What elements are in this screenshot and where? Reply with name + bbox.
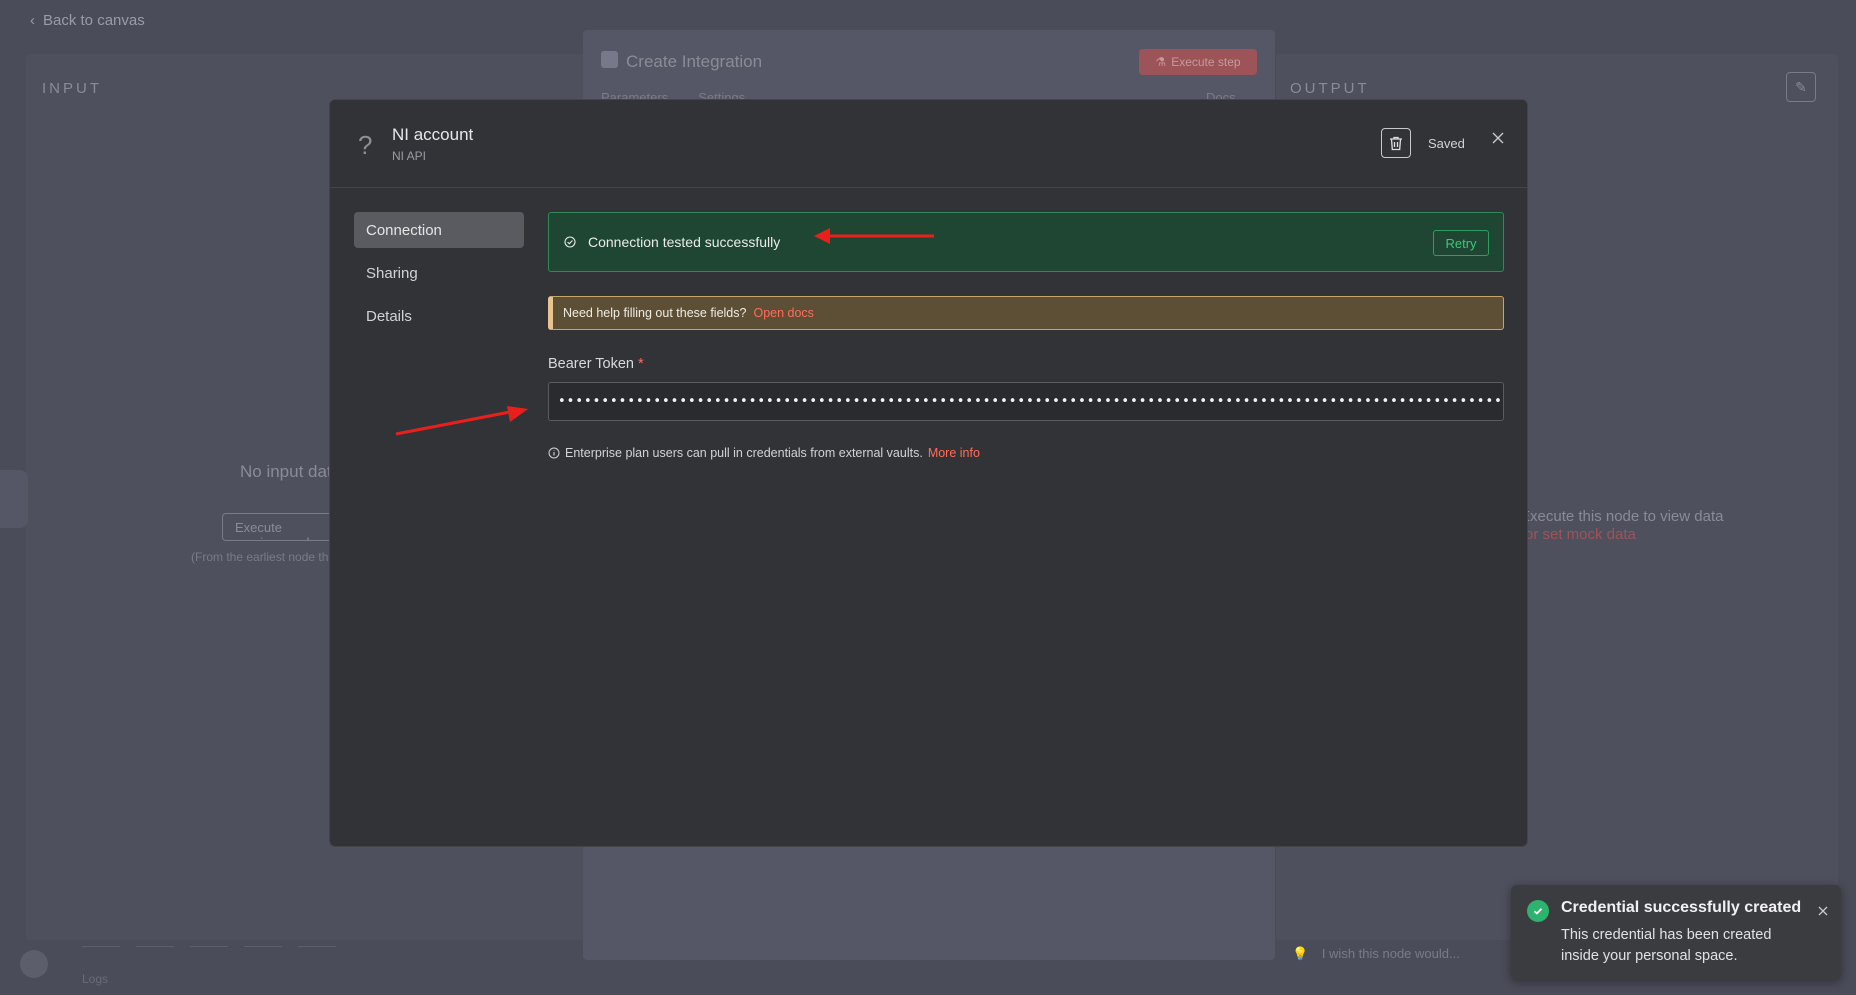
node-icon <box>601 51 618 68</box>
side-panel-handle[interactable] <box>0 470 28 528</box>
feedback-placeholder: I wish this node would... <box>1321 946 1460 961</box>
toolbar-slot <box>190 935 228 947</box>
info-icon <box>548 447 560 459</box>
nav-item-connection[interactable]: Connection <box>354 212 524 248</box>
more-info-link[interactable]: More info <box>928 446 980 460</box>
toast-close-button[interactable] <box>1815 903 1831 919</box>
annotation-arrow-token <box>395 406 528 436</box>
credential-created-toast: Credential successfully created This cre… <box>1511 885 1841 980</box>
connection-content: Connection tested successfully Retry Nee… <box>548 212 1504 460</box>
pencil-icon: ✎ <box>1795 78 1807 95</box>
avatar[interactable] <box>20 950 48 978</box>
question-icon: ? <box>358 130 373 160</box>
arrow-left-icon: ‹ <box>30 12 35 29</box>
close-icon <box>1492 132 1504 144</box>
execute-previous-button[interactable]: Execute previous nodes <box>222 513 342 541</box>
bearer-token-label-text: Bearer Token <box>548 356 634 372</box>
no-input-text: No input data <box>240 462 342 481</box>
retry-button[interactable]: Retry <box>1433 230 1489 256</box>
input-panel-label: INPUT <box>42 80 102 97</box>
feedback-input[interactable]: 💡 I wish this node would... <box>1292 946 1460 962</box>
vault-note: Enterprise plan users can pull in creden… <box>548 446 1504 460</box>
bearer-token-input[interactable]: ••••••••••••••••••••••••••••••••••••••••… <box>548 382 1504 421</box>
back-to-canvas-label: Back to canvas <box>43 12 145 29</box>
success-message: Connection tested successfully <box>588 234 781 250</box>
toolbar-slot <box>82 935 120 947</box>
open-docs-link[interactable]: Open docs <box>753 306 813 320</box>
close-icon <box>1818 906 1828 916</box>
flask-icon: ⚗ <box>1155 55 1167 69</box>
log-toolbar <box>82 935 336 947</box>
back-to-canvas-link[interactable]: ‹ Back to canvas <box>30 12 145 29</box>
toolbar-slot <box>244 935 282 947</box>
vault-note-text: Enterprise plan users can pull in creden… <box>565 446 923 460</box>
lightbulb-icon: 💡 <box>1292 946 1309 961</box>
toolbar-slot <box>298 935 336 947</box>
trash-icon <box>1390 136 1402 150</box>
close-modal-button[interactable] <box>1488 128 1508 148</box>
output-hint: Execute this node to view data <box>1520 508 1724 525</box>
output-mock-link[interactable]: or set mock data <box>1525 526 1636 543</box>
modal-sidenav: Connection Sharing Details <box>354 212 524 341</box>
help-text: Need help filling out these fields? <box>563 306 747 320</box>
connection-success-banner: Connection tested successfully Retry <box>548 212 1504 272</box>
success-check-icon <box>1527 900 1549 922</box>
annotation-arrow-success <box>814 228 934 244</box>
credential-modal: ? NI account NI API Saved Connection Sha… <box>329 99 1528 847</box>
saved-status: Saved <box>1428 136 1465 151</box>
output-panel-label: OUTPUT <box>1290 80 1370 97</box>
delete-credential-button[interactable] <box>1381 128 1411 158</box>
execute-step-button[interactable]: ⚗ Execute step <box>1139 49 1257 75</box>
logs-label[interactable]: Logs <box>82 972 108 986</box>
help-banner: Need help filling out these fields? Open… <box>548 296 1504 330</box>
account-name[interactable]: NI account <box>392 125 473 145</box>
execute-step-label: Execute step <box>1171 55 1241 69</box>
bearer-token-label: Bearer Token * <box>548 356 1504 372</box>
node-title: Create Integration <box>626 52 763 71</box>
toast-title: Credential successfully created <box>1561 899 1802 916</box>
toolbar-slot <box>136 935 174 947</box>
nav-item-sharing[interactable]: Sharing <box>354 255 524 291</box>
edit-output-button[interactable]: ✎ <box>1786 72 1816 102</box>
toast-body: This credential has been created inside … <box>1561 927 1772 964</box>
modal-header: ? NI account NI API Saved <box>330 100 1527 188</box>
required-marker: * <box>638 356 644 372</box>
account-type: NI API <box>392 149 427 163</box>
nav-item-details[interactable]: Details <box>354 298 524 334</box>
check-circle-icon <box>564 236 576 248</box>
